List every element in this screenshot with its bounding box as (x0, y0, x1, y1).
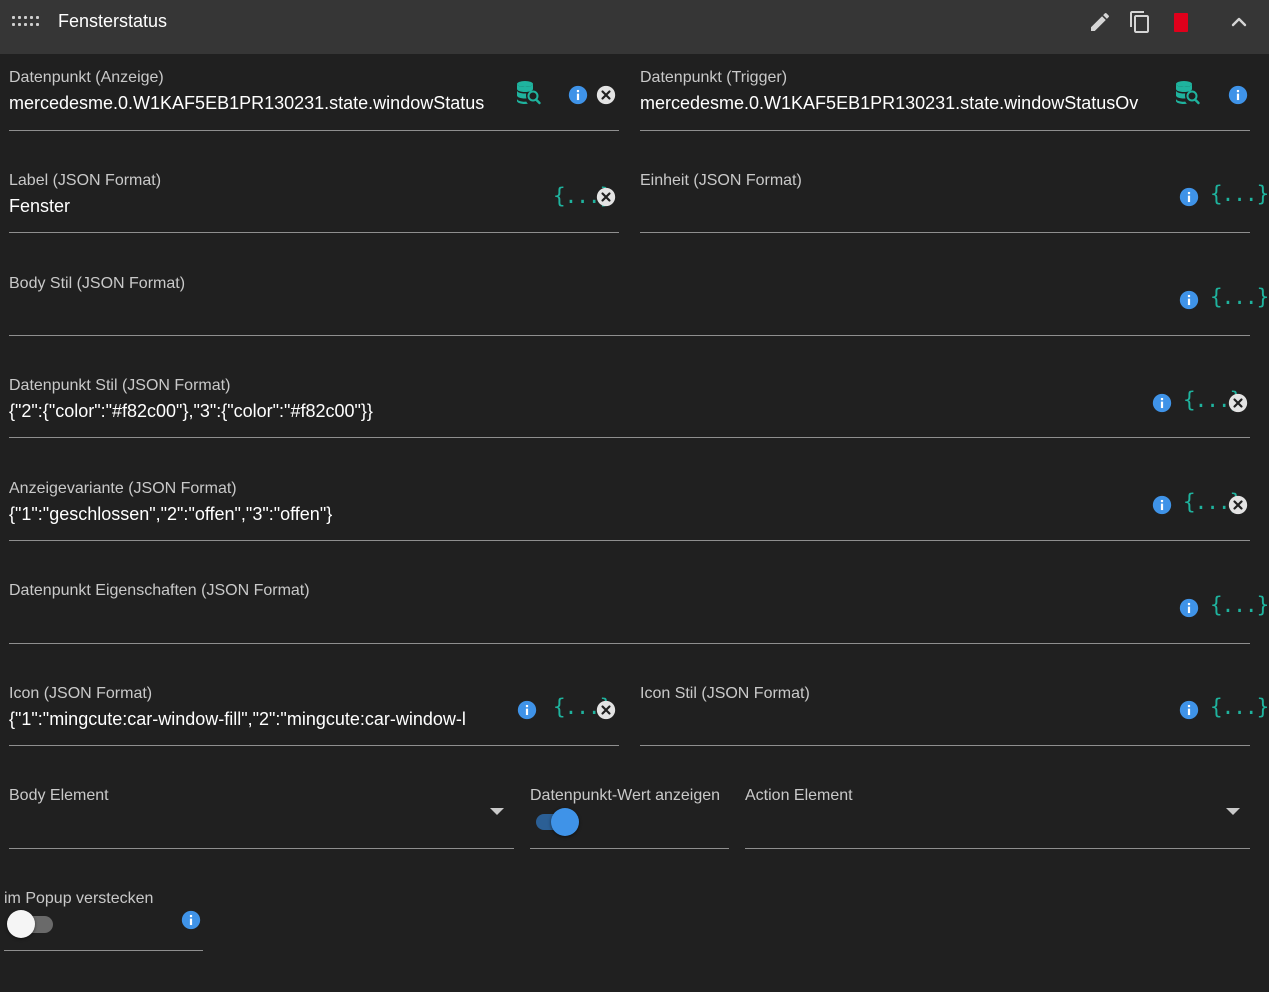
underline (9, 335, 1250, 336)
toggle-thumb (7, 910, 35, 938)
body-element-label: Body Element (9, 787, 109, 804)
json-editor-icon[interactable]: {...} (1210, 695, 1269, 719)
underline (9, 848, 514, 849)
show-dp-value-toggle[interactable] (534, 808, 580, 836)
display-variant-label: Anzeigevariante (JSON Format) (9, 480, 237, 497)
copy-icon[interactable] (1128, 10, 1152, 34)
icon-json-label: Icon (JSON Format) (9, 685, 153, 702)
json-editor-icon[interactable]: {...} (1210, 285, 1269, 309)
info-icon[interactable] (180, 909, 202, 931)
dp-trigger-input[interactable]: mercedesme.0.W1KAF5EB1PR130231.state.win… (640, 93, 1164, 114)
dp-props-label: Datenpunkt Eigenschaften (JSON Format) (9, 582, 310, 599)
toggle-thumb (551, 808, 579, 836)
show-dp-value-field: Datenpunkt-Wert anzeigen (530, 787, 729, 849)
clear-icon[interactable] (595, 84, 617, 106)
clear-icon[interactable] (1227, 392, 1249, 414)
hide-in-popup-field: im Popup verstecken (4, 890, 203, 951)
underline (640, 745, 1250, 746)
chevron-down-icon[interactable] (1226, 808, 1240, 816)
dp-style-input[interactable]: {"2":{"color":"#f82c00"},"3":{"color":"#… (9, 401, 1129, 422)
dp-style-label: Datenpunkt Stil (JSON Format) (9, 377, 231, 394)
card-title: Fensterstatus (58, 11, 168, 31)
underline (9, 643, 1250, 644)
info-icon[interactable] (516, 699, 538, 721)
database-search-icon[interactable] (1173, 79, 1201, 107)
action-element-select[interactable]: Action Element (745, 787, 1250, 849)
dp-trigger-field[interactable]: Datenpunkt (Trigger) mercedesme.0.W1KAF5… (640, 69, 1250, 131)
icon-json-field[interactable]: Icon (JSON Format) {"1":"mingcute:car-wi… (9, 685, 619, 746)
info-icon[interactable] (1178, 699, 1200, 721)
dp-props-field[interactable]: Datenpunkt Eigenschaften (JSON Format) {… (9, 582, 1269, 644)
info-icon[interactable] (1178, 186, 1200, 208)
info-icon[interactable] (1178, 597, 1200, 619)
clear-icon[interactable] (595, 186, 617, 208)
dp-style-field[interactable]: Datenpunkt Stil (JSON Format) {"2":{"col… (9, 377, 1250, 438)
pencil-icon[interactable] (1088, 10, 1112, 34)
icon-style-label: Icon Stil (JSON Format) (640, 685, 810, 702)
display-variant-field[interactable]: Anzeigevariante (JSON Format) {"1":"gesc… (9, 480, 1250, 541)
unit-json-field[interactable]: Einheit (JSON Format) {...} (640, 172, 1269, 233)
dp-display-field[interactable]: Datenpunkt (Anzeige) mercedesme.0.W1KAF5… (9, 69, 619, 131)
clear-icon[interactable] (1227, 494, 1249, 516)
unit-json-label: Einheit (JSON Format) (640, 172, 802, 189)
underline (640, 130, 1250, 131)
dp-display-label: Datenpunkt (Anzeige) (9, 69, 164, 86)
label-json-input[interactable]: Fenster (9, 196, 529, 217)
hide-in-popup-toggle[interactable] (7, 910, 55, 938)
info-icon[interactable] (1151, 392, 1173, 414)
label-json-field[interactable]: Label (JSON Format) Fenster {...} (9, 172, 619, 233)
underline (9, 130, 619, 131)
underline (530, 848, 729, 849)
json-editor-icon[interactable]: {...} (1210, 182, 1269, 206)
chevron-down-icon[interactable] (490, 808, 504, 816)
icon-style-field[interactable]: Icon Stil (JSON Format) {...} (640, 685, 1269, 746)
hide-in-popup-label: im Popup verstecken (4, 890, 154, 907)
chevron-up-icon[interactable] (1227, 10, 1251, 34)
dp-display-input[interactable]: mercedesme.0.W1KAF5EB1PR130231.state.win… (9, 93, 507, 114)
underline (9, 232, 619, 233)
info-icon[interactable] (567, 84, 589, 106)
underline (4, 950, 203, 951)
action-element-label: Action Element (745, 787, 853, 804)
dp-trigger-label: Datenpunkt (Trigger) (640, 69, 788, 86)
underline (745, 848, 1250, 849)
drag-handle-icon[interactable] (12, 16, 39, 26)
clear-icon[interactable] (595, 699, 617, 721)
icon-json-input[interactable]: {"1":"mingcute:car-window-fill","2":"min… (9, 709, 495, 730)
database-search-icon[interactable] (514, 79, 542, 107)
info-icon[interactable] (1178, 289, 1200, 311)
display-variant-input[interactable]: {"1":"geschlossen","2":"offen","3":"offe… (9, 504, 1129, 525)
body-style-field[interactable]: Body Stil (JSON Format) {...} (9, 275, 1269, 336)
body-style-label: Body Stil (JSON Format) (9, 275, 186, 292)
show-dp-value-label: Datenpunkt-Wert anzeigen (530, 787, 721, 804)
card-header: Fensterstatus (0, 0, 1269, 54)
info-icon[interactable] (1227, 84, 1249, 106)
label-json-label: Label (JSON Format) (9, 172, 162, 189)
body-element-select[interactable]: Body Element (9, 787, 514, 849)
underline (9, 540, 1250, 541)
info-icon[interactable] (1151, 494, 1173, 516)
underline (9, 745, 619, 746)
underline (640, 232, 1250, 233)
underline (9, 437, 1250, 438)
delete-icon[interactable] (1169, 10, 1193, 34)
json-editor-icon[interactable]: {...} (1210, 593, 1269, 617)
